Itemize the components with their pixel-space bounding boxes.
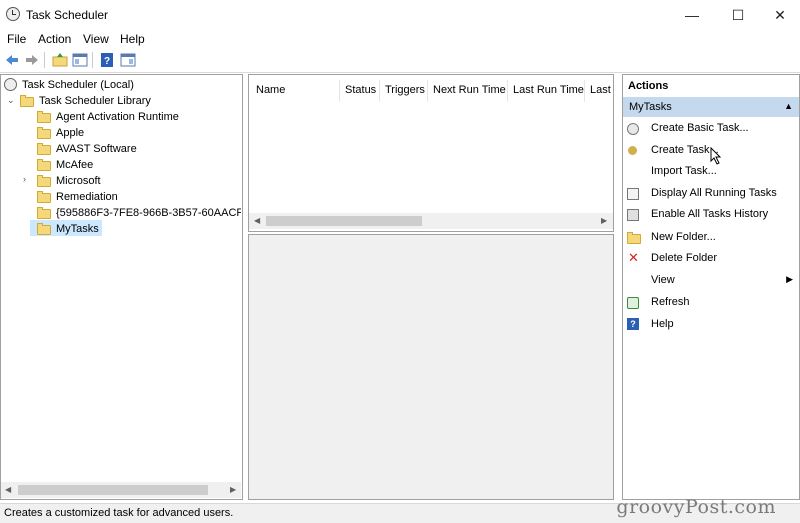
scrollbar-thumb[interactable] (18, 485, 208, 495)
watermark: groovyPost.com (616, 496, 776, 518)
tree-item-folder[interactable]: Agent Activation Runtime (37, 109, 179, 125)
action-label: Display All Running Tasks (651, 187, 777, 199)
folder-icon (37, 143, 51, 155)
menu-action[interactable]: Action (38, 32, 71, 46)
delete-icon: ✕ (628, 250, 639, 265)
tree-item-mytasks[interactable]: MyTasks (37, 221, 99, 237)
folder-icon (37, 207, 51, 219)
tree-item-label: Apple (56, 127, 85, 139)
tree-item-library[interactable]: Task Scheduler Library (20, 93, 151, 109)
tree-item-label: Task Scheduler (Local) (22, 79, 134, 91)
forward-arrow-icon[interactable] (24, 52, 40, 68)
menu-view[interactable]: View (83, 32, 109, 46)
help-icon[interactable]: ? (99, 52, 115, 68)
column-header-status[interactable]: Status (345, 84, 376, 96)
action-label: Import Task... (651, 165, 717, 177)
tree-item-label: {595886F3-7FE8-966B-3B57-60AACF398 (56, 207, 241, 219)
tasks-history-icon (627, 209, 639, 221)
column-header-last-run-time[interactable]: Last Run Time (513, 84, 584, 96)
window-title: Task Scheduler (26, 8, 109, 22)
refresh-icon (627, 297, 639, 309)
task-scheduler-app-icon (6, 7, 20, 21)
column-header-last-result[interactable]: Last I (590, 84, 612, 96)
tree-item-folder[interactable]: Apple (37, 125, 84, 141)
actions-title: Actions (628, 80, 669, 92)
tree-item-folder[interactable]: McAfee (37, 157, 93, 173)
tree-item-folder[interactable]: {595886F3-7FE8-966B-3B57-60AACF398 (37, 205, 241, 221)
tree-item-label: Agent Activation Runtime (56, 111, 179, 123)
folder-icon (37, 191, 51, 203)
scrollbar-thumb[interactable] (266, 216, 422, 226)
toolbar-separator (44, 52, 45, 68)
create-task-icon (628, 146, 637, 155)
action-label: Refresh (651, 296, 690, 308)
action-label: Help (651, 318, 674, 330)
scroll-left-arrow-icon[interactable]: ◀ (254, 216, 260, 225)
action-label: New Folder... (651, 231, 716, 243)
task-details-pane (248, 234, 614, 500)
collapse-triangle-icon[interactable]: ▲ (784, 101, 793, 111)
tree-item-folder[interactable]: AVAST Software (37, 141, 137, 157)
submenu-arrow-icon: ▶ (786, 274, 793, 284)
action-label: View (651, 274, 675, 286)
chevron-right-icon[interactable]: › (23, 174, 26, 184)
menu-help[interactable]: Help (120, 32, 145, 46)
running-tasks-icon (627, 188, 639, 200)
up-folder-icon[interactable] (52, 52, 68, 68)
tree-item-label: Remediation (56, 191, 118, 203)
folder-icon (37, 111, 51, 123)
tree-item-folder[interactable]: Microsoft (37, 173, 101, 189)
library-folder-icon (20, 95, 34, 107)
new-folder-icon (627, 232, 641, 244)
chevron-down-icon[interactable]: ⌄ (7, 95, 15, 106)
tree-item-label: McAfee (56, 159, 94, 171)
tree-item-root[interactable]: Task Scheduler (Local) (4, 77, 134, 93)
folder-icon (37, 127, 51, 139)
folder-icon (37, 175, 51, 187)
svg-text:?: ? (104, 56, 110, 67)
column-header-triggers[interactable]: Triggers (385, 84, 425, 96)
actions-section-label: MyTasks (629, 101, 672, 113)
column-divider[interactable] (584, 80, 585, 102)
column-divider[interactable] (507, 80, 508, 102)
minimize-button[interactable]: — (670, 0, 714, 30)
column-divider[interactable] (339, 80, 340, 102)
maximize-button[interactable]: ☐ (716, 0, 760, 30)
create-basic-task-icon (627, 123, 639, 135)
tree-item-label: AVAST Software (56, 143, 137, 155)
folder-icon (37, 159, 51, 171)
action-label: Enable All Tasks History (651, 208, 769, 220)
status-text: Creates a customized task for advanced u… (4, 507, 234, 519)
column-header-next-run-time[interactable]: Next Run Time (433, 84, 506, 96)
mouse-cursor-icon (710, 146, 722, 165)
tree-item-label: Task Scheduler Library (39, 95, 151, 107)
menu-file[interactable]: File (7, 32, 26, 46)
action-label: Create Task... (651, 144, 719, 156)
clock-icon (4, 78, 17, 91)
action-label: Delete Folder (651, 252, 718, 264)
toolbar-separator (92, 52, 93, 68)
action-label: Create Basic Task... (651, 122, 749, 134)
show-hide-action-pane-icon[interactable] (120, 52, 136, 68)
task-list-pane (248, 74, 614, 232)
column-divider[interactable] (379, 80, 380, 102)
back-arrow-icon[interactable] (4, 52, 20, 68)
actions-pane (622, 74, 800, 500)
scroll-right-arrow-icon[interactable]: ▶ (601, 216, 607, 225)
tree-item-label: Microsoft (56, 175, 101, 187)
tree-item-folder[interactable]: Remediation (37, 189, 118, 205)
close-button[interactable]: ✕ (758, 0, 800, 30)
column-divider[interactable] (427, 80, 428, 102)
column-header-name[interactable]: Name (256, 84, 285, 96)
actions-section-header[interactable]: MyTasks ▲ (623, 97, 799, 117)
folder-icon (37, 223, 51, 235)
tree-item-label: MyTasks (56, 223, 99, 235)
scroll-right-arrow-icon[interactable]: ▶ (230, 485, 236, 494)
help-icon: ? (627, 318, 639, 330)
show-hide-console-tree-icon[interactable] (72, 52, 88, 68)
scroll-left-arrow-icon[interactable]: ◀ (5, 485, 11, 494)
actions-title-bar: Actions (623, 75, 799, 95)
